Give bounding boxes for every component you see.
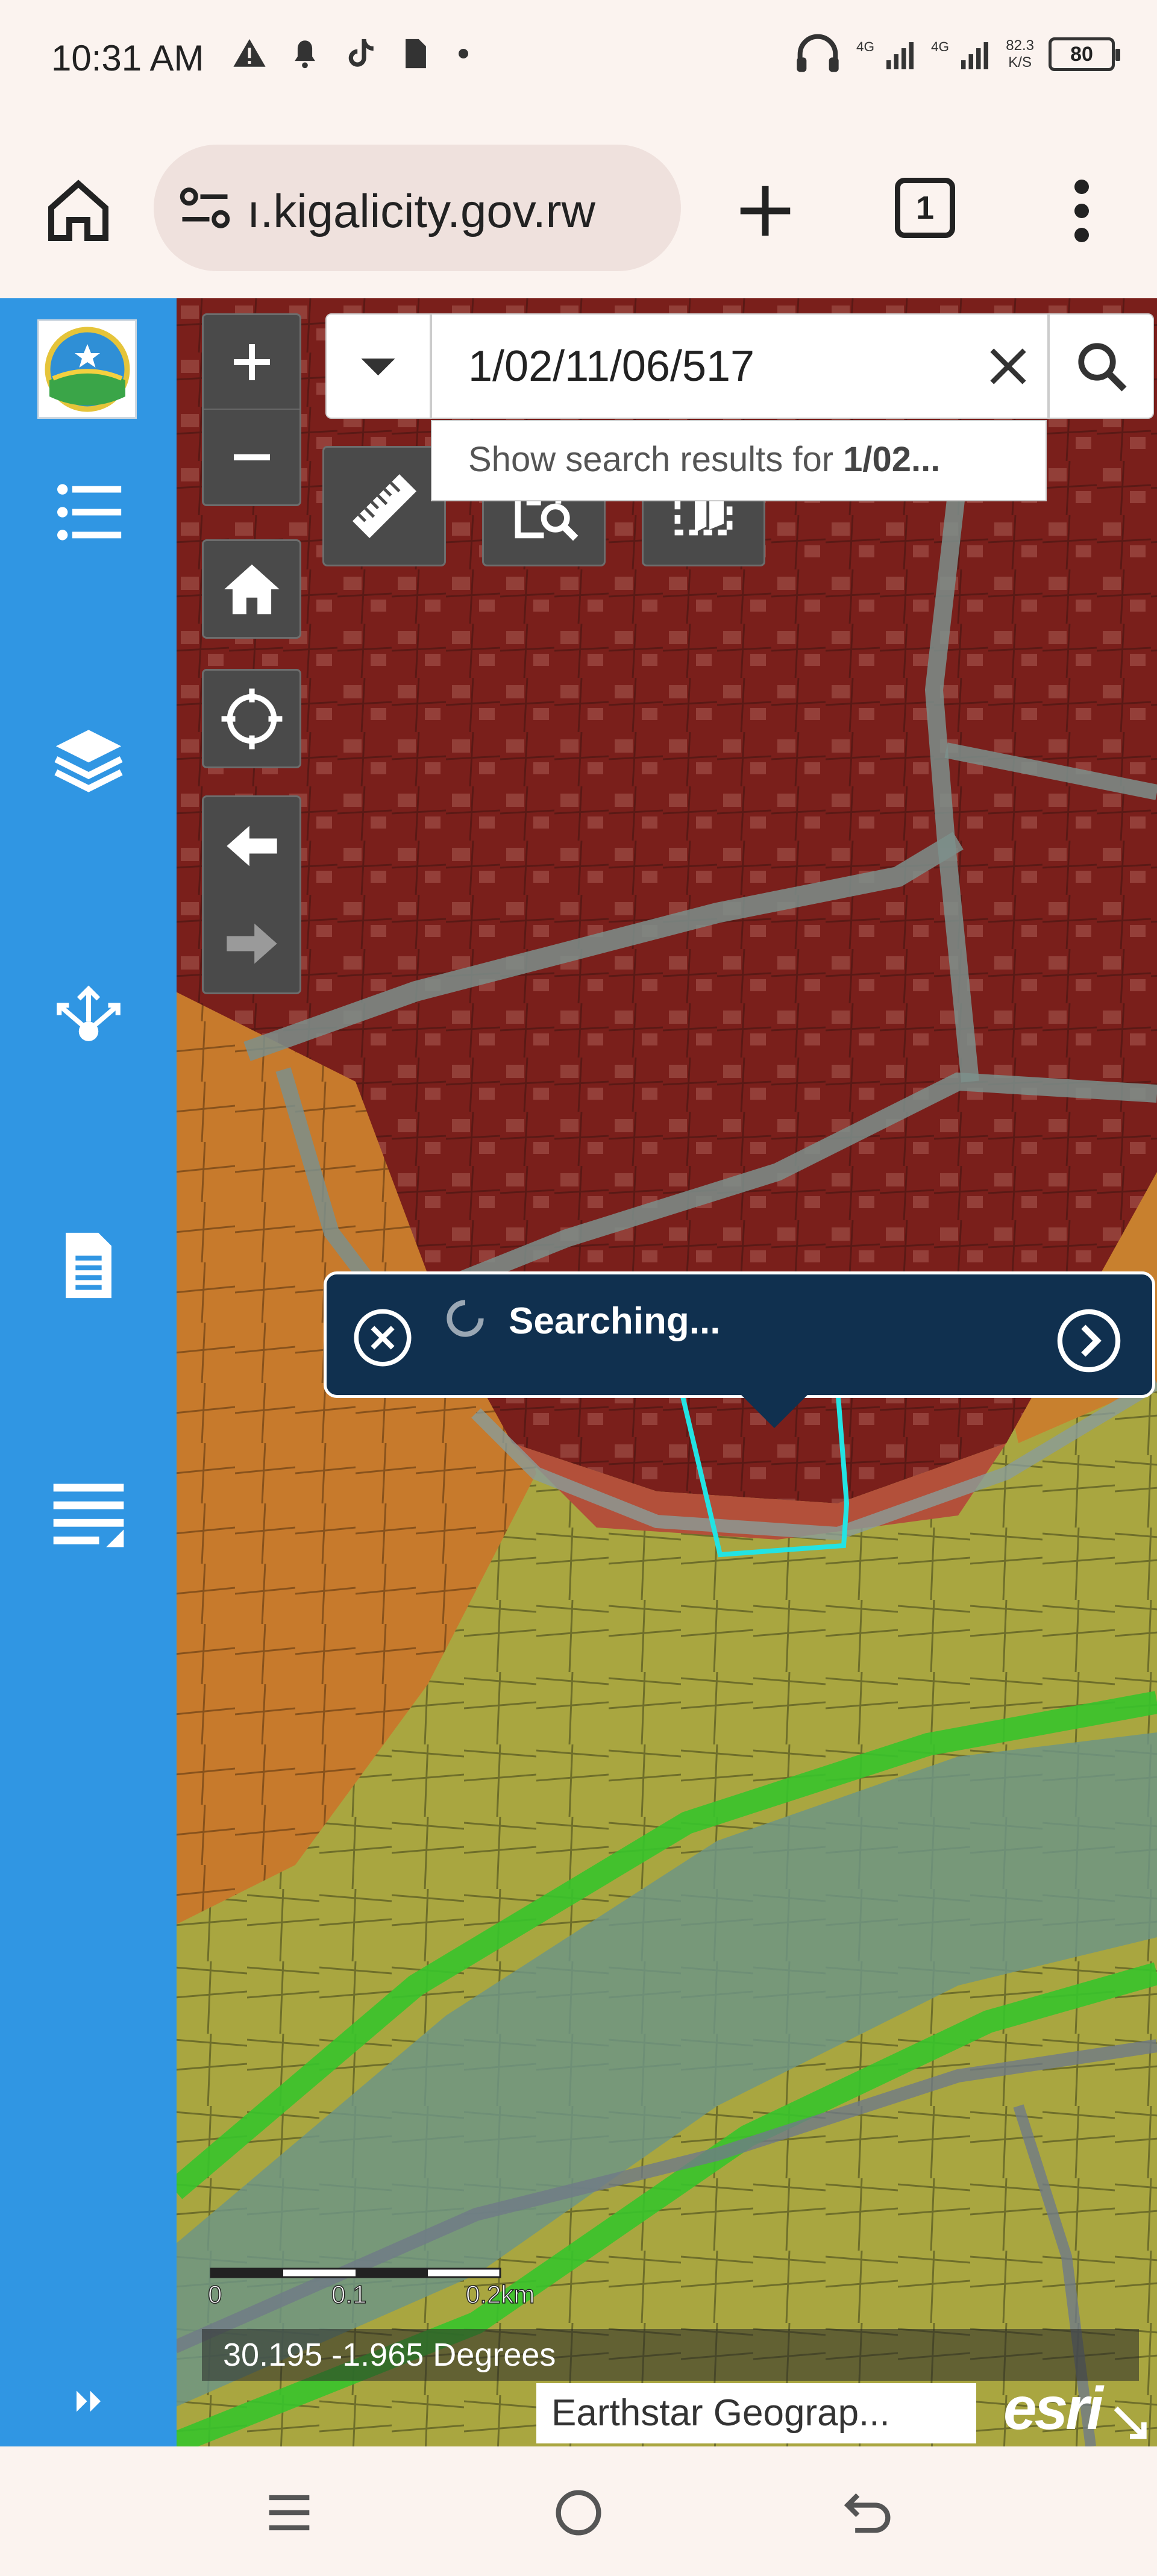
plus-icon [233,343,270,380]
scale-label-1: 0.1 [331,2280,366,2308]
address-bar[interactable]: ı.kigalicity.gov.rw [154,145,681,271]
loading-spinner-icon [447,1300,484,1337]
coordinates-readout: 30.195 -1.965 Degrees [202,2329,1139,2381]
status-time: 10:31 AM [51,38,204,78]
zoom-control [202,313,301,506]
url-text: ı.kigalicity.gov.rw [247,184,595,237]
signal-label-2: 4G [931,39,949,54]
expand-arrows-icon [76,2390,101,2412]
next-extent-button[interactable] [204,895,299,992]
search-widget [325,313,1154,422]
search-button[interactable] [1049,313,1154,419]
search-suggestion[interactable]: Show search results for 1/02... [431,420,1047,501]
home-circle-icon[interactable] [548,2483,609,2543]
more-menu-icon[interactable] [1064,175,1100,247]
scale-label-2: 0.2km [466,2280,535,2308]
share-icon [56,985,121,1041]
expand-sidebar-button[interactable] [0,2383,177,2419]
sidebar [0,298,177,2446]
new-tab-icon[interactable] [732,178,798,244]
back-icon[interactable] [838,2483,898,2543]
next-circle-icon[interactable] [1056,1308,1122,1374]
signal-icon-2: 4G [931,39,989,69]
measure-tool-button[interactable] [322,446,446,566]
signal-label-1: 4G [856,39,874,54]
search-input[interactable] [431,313,1049,419]
legend-icon [57,484,121,541]
close-circle-icon[interactable] [353,1308,413,1368]
share-button[interactable] [0,979,177,1058]
file-icon [406,39,426,69]
signal-icon-1: 4G [856,39,914,69]
document-button[interactable] [0,1226,177,1305]
tab-switcher-button[interactable]: 1 [895,178,955,238]
layers-icon [54,730,123,792]
net-speed: 82.3 K/S [1006,37,1034,71]
notification-bell-icon [295,40,315,69]
popup-status-text: Searching... [509,1300,721,1342]
site-settings-icon[interactable] [178,184,232,232]
battery-indicator: 80 [1049,37,1120,71]
zoom-in-button[interactable] [204,315,299,410]
recent-apps-icon[interactable] [259,2483,319,2543]
locate-button[interactable] [202,669,301,768]
list-edit-icon [53,1484,124,1547]
arrow-left-icon [226,826,277,867]
ruler-icon [352,474,416,539]
browser-toolbar: ı.kigalicity.gov.rw 1 [0,121,1157,298]
system-navigation-bar [0,2446,1157,2576]
status-bar: 10:31 AM 4G 4G 82.3 K/S 80 [0,0,1157,121]
search-source-dropdown[interactable] [325,313,431,419]
more-notifications-dot [459,49,468,58]
legend-button[interactable] [0,473,177,551]
previous-extent-button[interactable] [204,797,299,895]
extent-navigation [202,795,301,994]
coat-of-arms-icon [45,327,130,412]
layers-button[interactable] [0,720,177,798]
expand-corner-icon[interactable] [1109,2401,1151,2443]
home-icon[interactable] [42,175,114,247]
warning-icon [233,39,266,67]
home-extent-icon [224,564,280,614]
default-extent-button[interactable] [202,539,301,639]
attribution-text[interactable]: Earthstar Geograp... [536,2383,976,2443]
scale-bar: 0 0.1 0.2km [208,2267,535,2308]
caret-down-icon [361,359,395,376]
esri-logo: esri [1003,2375,1103,2442]
list-edit-button[interactable] [0,1473,177,1558]
document-icon [65,1232,111,1299]
scale-label-0: 0 [208,2280,222,2308]
minus-icon [233,454,270,460]
kigali-city-logo[interactable] [37,319,137,419]
search-icon [1077,342,1126,391]
popup-pointer [741,1395,807,1428]
close-icon [989,348,1026,384]
searching-popup: Searching... [324,1271,1155,1398]
tiktok-icon [348,39,374,67]
headphones-icon [797,34,839,72]
clear-search-button[interactable] [973,331,1043,401]
arrow-right-icon [226,923,277,964]
zoom-out-button[interactable] [204,410,299,504]
locate-crosshair-icon [221,688,282,749]
